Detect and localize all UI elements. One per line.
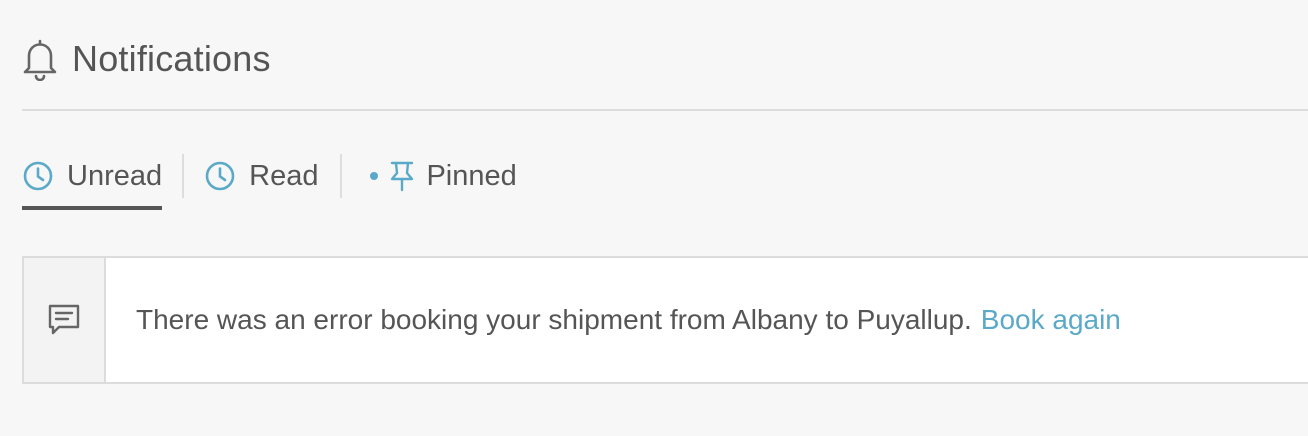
tab-read[interactable]: Read (204, 150, 318, 202)
notification-item: There was an error booking your shipment… (22, 256, 1308, 384)
tab-separator (340, 154, 343, 198)
tab-separator (182, 154, 185, 198)
tab-label: Unread (67, 159, 163, 192)
notification-tabs: Unread Read Pinned (22, 150, 517, 210)
tab-label: Read (249, 159, 319, 192)
header-divider (22, 109, 1308, 111)
notification-message: There was an error booking your shipment… (106, 258, 1121, 382)
tab-label: Pinned (426, 159, 517, 192)
notifications-page: Notifications Unread Read Pinned There w… (0, 0, 1308, 436)
page-header: Notifications (22, 34, 271, 84)
pin-icon (391, 161, 414, 192)
clock-icon (205, 161, 235, 191)
tab-pinned[interactable]: Pinned (370, 150, 517, 202)
notification-text: There was an error booking your shipment… (136, 304, 972, 335)
message-icon (48, 304, 80, 335)
tab-unread[interactable]: Unread (22, 150, 163, 210)
page-title: Notifications (72, 38, 271, 79)
book-again-link[interactable]: Book again (981, 304, 1121, 336)
pinned-indicator-dot (370, 172, 379, 180)
bell-icon (23, 39, 57, 81)
notification-icon-column (24, 258, 106, 382)
clock-icon (23, 161, 53, 191)
